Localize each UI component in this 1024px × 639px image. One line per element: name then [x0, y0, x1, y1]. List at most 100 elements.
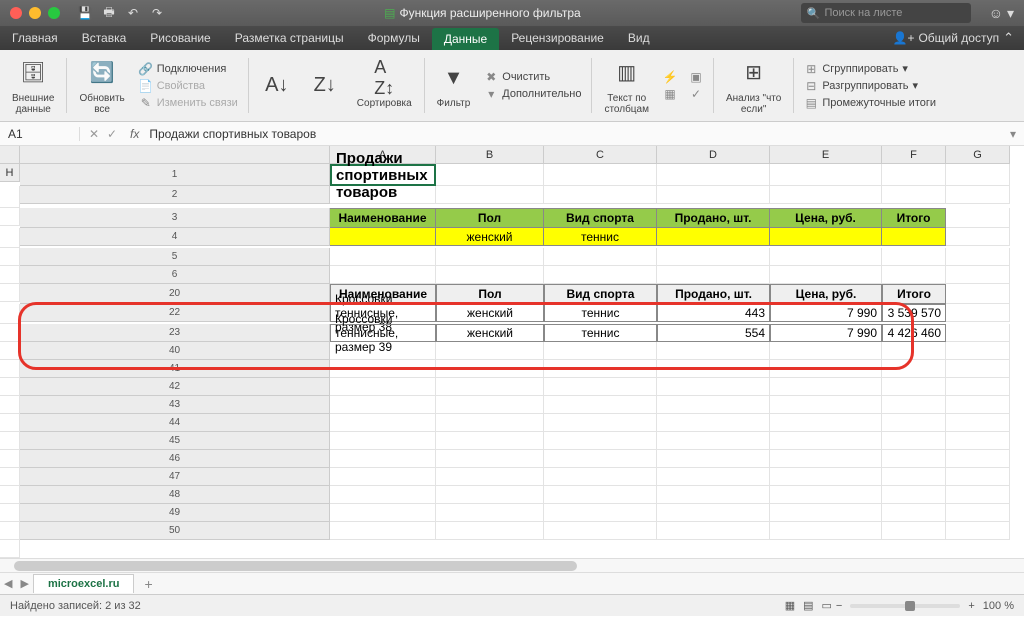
- cell[interactable]: [330, 450, 436, 468]
- chevron-up-icon[interactable]: ⌃: [1003, 30, 1014, 46]
- cell[interactable]: [770, 504, 882, 522]
- cell[interactable]: [882, 396, 946, 414]
- undo-icon[interactable]: ↶: [124, 4, 142, 22]
- cell[interactable]: [657, 378, 770, 396]
- cell[interactable]: [436, 342, 544, 360]
- cell[interactable]: [0, 342, 20, 360]
- cell[interactable]: Цена, руб.: [770, 208, 882, 228]
- cell[interactable]: [0, 396, 20, 414]
- cell[interactable]: [544, 266, 657, 284]
- cell[interactable]: [946, 208, 1010, 228]
- cell[interactable]: [330, 414, 436, 432]
- share-button[interactable]: 👤+ Общий доступ ⌃: [883, 26, 1024, 50]
- cell[interactable]: [436, 396, 544, 414]
- cell[interactable]: [0, 324, 20, 342]
- cell[interactable]: [330, 248, 436, 266]
- cell[interactable]: [657, 186, 770, 204]
- cell[interactable]: [882, 468, 946, 486]
- cell[interactable]: [544, 486, 657, 504]
- tab-nav-prev[interactable]: ◀: [0, 577, 16, 590]
- row-header[interactable]: 5: [20, 248, 330, 266]
- cell[interactable]: [330, 504, 436, 522]
- cell[interactable]: [946, 304, 1010, 322]
- cell[interactable]: [946, 486, 1010, 504]
- tab-рецензирование[interactable]: Рецензирование: [499, 26, 616, 50]
- row-header[interactable]: 46: [20, 450, 330, 468]
- row-header[interactable]: 20: [20, 284, 330, 304]
- cell[interactable]: [770, 228, 882, 246]
- cell[interactable]: [436, 414, 544, 432]
- cell[interactable]: [436, 378, 544, 396]
- cell[interactable]: [330, 360, 436, 378]
- cell[interactable]: [882, 450, 946, 468]
- sort-za-button[interactable]: Z↓: [303, 54, 347, 117]
- cell[interactable]: женский: [436, 228, 544, 246]
- cell[interactable]: [770, 468, 882, 486]
- cell[interactable]: [544, 468, 657, 486]
- cell[interactable]: женский: [436, 324, 544, 342]
- cell[interactable]: [770, 396, 882, 414]
- formula-input[interactable]: Продажи спортивных товаров: [143, 127, 1002, 141]
- cell[interactable]: [436, 266, 544, 284]
- cell[interactable]: Цена, руб.: [770, 284, 882, 304]
- cell[interactable]: теннис: [544, 324, 657, 342]
- cell[interactable]: Итого: [882, 284, 946, 304]
- cell[interactable]: [946, 324, 1010, 342]
- cell[interactable]: [770, 378, 882, 396]
- cell[interactable]: [770, 522, 882, 540]
- cell[interactable]: Кроссовки теннисные, размер 39: [330, 324, 436, 342]
- cell[interactable]: [544, 378, 657, 396]
- cell[interactable]: [946, 468, 1010, 486]
- zoom-control[interactable]: −+ 100 %: [836, 600, 1014, 612]
- cell[interactable]: [657, 342, 770, 360]
- cell[interactable]: [436, 504, 544, 522]
- external-data-button[interactable]: 🗄 Внешние данные: [6, 54, 60, 117]
- text-to-columns-button[interactable]: ▥ Текст по столбцам: [598, 54, 655, 117]
- flash-fill-button[interactable]: ⚡: [663, 70, 677, 84]
- cell[interactable]: 3 539 570: [882, 304, 946, 322]
- cell[interactable]: Продажи спортивных товаров: [330, 164, 436, 186]
- cell[interactable]: [436, 468, 544, 486]
- row-header[interactable]: 43: [20, 396, 330, 414]
- cell[interactable]: 443: [657, 304, 770, 322]
- cell[interactable]: [657, 248, 770, 266]
- tab-рисование[interactable]: Рисование: [138, 26, 222, 50]
- enter-icon[interactable]: ✓: [104, 126, 120, 142]
- row-header[interactable]: 1: [20, 164, 330, 186]
- ungroup-button[interactable]: ⊟Разгруппировать ▾: [804, 79, 936, 93]
- refresh-all-button[interactable]: 🔄 Обновить все: [73, 54, 130, 117]
- tab-вставка[interactable]: Вставка: [70, 26, 139, 50]
- row-header[interactable]: [0, 146, 20, 164]
- cell[interactable]: [882, 414, 946, 432]
- cell[interactable]: Продано, шт.: [657, 284, 770, 304]
- cell[interactable]: [946, 360, 1010, 378]
- advanced-filter-button[interactable]: ▾Дополнительно: [484, 87, 581, 101]
- cell[interactable]: [946, 164, 1010, 186]
- group-button[interactable]: ⊞Сгруппировать ▾: [804, 62, 936, 76]
- row-header[interactable]: 49: [20, 504, 330, 522]
- cell[interactable]: [657, 522, 770, 540]
- cell[interactable]: [436, 186, 544, 204]
- cell[interactable]: [882, 228, 946, 246]
- cell[interactable]: [946, 450, 1010, 468]
- cell[interactable]: [0, 522, 20, 540]
- cell[interactable]: [770, 248, 882, 266]
- cell[interactable]: [544, 248, 657, 266]
- cell[interactable]: [770, 342, 882, 360]
- cell[interactable]: [0, 248, 20, 266]
- cell[interactable]: [330, 342, 436, 360]
- cancel-icon[interactable]: ✕: [86, 126, 102, 142]
- row-header[interactable]: 44: [20, 414, 330, 432]
- connections-button[interactable]: 🔗Подключения: [139, 62, 238, 76]
- cell[interactable]: [20, 146, 330, 164]
- cell[interactable]: [770, 486, 882, 504]
- cell[interactable]: G: [946, 146, 1010, 164]
- search-input[interactable]: 🔍 Поиск на листе: [801, 3, 971, 23]
- cell[interactable]: [330, 378, 436, 396]
- cell[interactable]: [0, 450, 20, 468]
- cell[interactable]: [882, 266, 946, 284]
- cell[interactable]: H: [0, 164, 20, 182]
- row-header[interactable]: 3: [20, 208, 330, 228]
- cell[interactable]: [330, 468, 436, 486]
- cell[interactable]: [0, 266, 20, 284]
